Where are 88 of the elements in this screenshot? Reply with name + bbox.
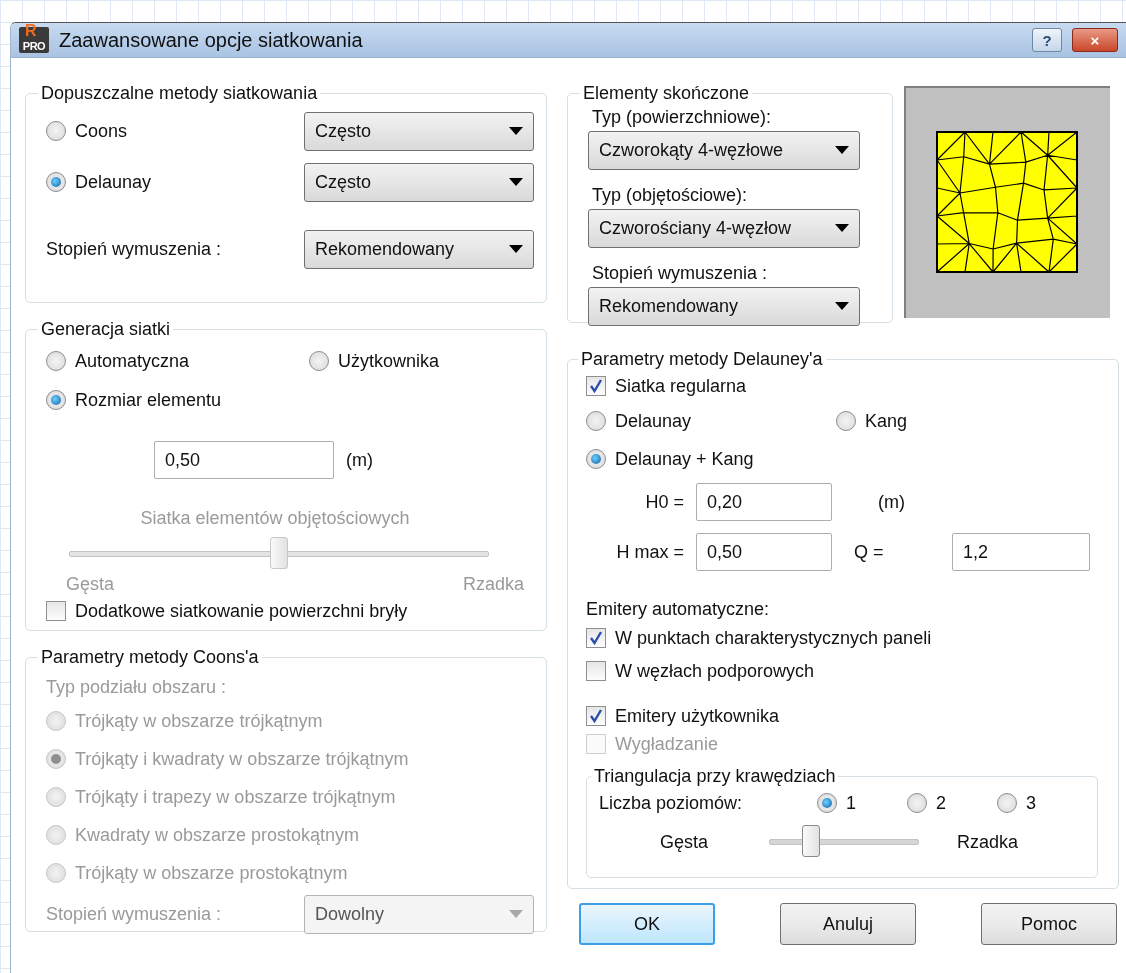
caret-icon bbox=[835, 224, 849, 232]
option-label: W węzłach podporowych bbox=[615, 660, 815, 682]
radio-button[interactable] bbox=[586, 449, 606, 469]
field-label: Liczba poziomów: bbox=[599, 792, 744, 814]
option-label: Użytkownika bbox=[338, 350, 440, 372]
input-field[interactable]: 0,50 bbox=[154, 441, 334, 479]
dialog-button[interactable]: Pomoc bbox=[981, 903, 1117, 945]
option-label: Automatyczna bbox=[75, 350, 190, 372]
slider-max-label: Rzadka bbox=[462, 573, 524, 595]
field-label: Stopień wymuszenia : bbox=[46, 903, 223, 925]
option-label: Rozmiar elementu bbox=[75, 389, 222, 411]
group-title: Elementy skończone bbox=[582, 83, 751, 104]
dropdown[interactable]: Czworokąty 4-węzłowe bbox=[588, 130, 860, 170]
radio-button[interactable] bbox=[46, 172, 66, 192]
field-label: Stopień wymuszenia : bbox=[592, 263, 768, 284]
checkmark-icon bbox=[589, 631, 603, 645]
radio-button[interactable] bbox=[836, 411, 856, 431]
checkbox[interactable] bbox=[586, 706, 606, 726]
dropdown[interactable]: Rekomendowany bbox=[304, 229, 534, 269]
option-label: Dodatkowe siatkowanie powierzchni bryły bbox=[75, 600, 408, 622]
checkbox[interactable] bbox=[586, 628, 606, 648]
field-label: Typ (powierzchniowe): bbox=[592, 107, 772, 128]
option-label: 3 bbox=[1026, 792, 1036, 814]
option-label: 1 bbox=[846, 792, 856, 814]
field-label: H0 = bbox=[644, 491, 685, 513]
option-label: 2 bbox=[936, 792, 946, 814]
group-title: Triangulacja przy krawędziach bbox=[593, 766, 837, 787]
radio-button[interactable] bbox=[586, 411, 606, 431]
dropdown[interactable]: Rekomendowany bbox=[588, 286, 860, 326]
caret-icon bbox=[509, 245, 523, 253]
slider-max-label: Rzadka bbox=[957, 831, 1019, 853]
radio-button[interactable] bbox=[817, 793, 837, 813]
caret-icon bbox=[509, 178, 523, 186]
option-label: Trójkąty w obszarze prostokątnym bbox=[75, 862, 348, 884]
window-title: Zaawansowane opcje siatkowania bbox=[59, 28, 364, 52]
option-label: W punktach charakterystycznych paneli bbox=[615, 627, 932, 649]
section-label: Typ podziału obszaru : bbox=[46, 676, 227, 698]
radio-button[interactable] bbox=[46, 390, 66, 410]
option-label: Kang bbox=[865, 410, 908, 432]
field-label: Stopień wymuszenia : bbox=[46, 238, 223, 260]
help-button[interactable]: ? bbox=[1032, 28, 1062, 52]
checkmark-icon bbox=[589, 709, 603, 723]
input-field[interactable]: 0,50 bbox=[696, 533, 832, 571]
slider-min-label: Gęsta bbox=[66, 573, 115, 595]
option-label: Coons bbox=[75, 120, 128, 142]
option-label: Delaunay + Kang bbox=[615, 448, 754, 470]
slider-min-label: Gęsta bbox=[659, 831, 709, 853]
checkbox[interactable] bbox=[586, 376, 606, 396]
field-label: Q = bbox=[854, 541, 885, 563]
caret-icon bbox=[835, 146, 849, 154]
radio-button[interactable] bbox=[46, 351, 66, 371]
slider-label: Siatka elementów objętościowych bbox=[140, 507, 410, 529]
checkbox[interactable] bbox=[586, 661, 606, 681]
caret-icon bbox=[835, 302, 849, 310]
slider-thumb[interactable] bbox=[802, 825, 821, 857]
checkbox[interactable] bbox=[46, 601, 66, 621]
radio-button[interactable] bbox=[907, 793, 927, 813]
option-label: Kwadraty w obszarze prostokątnym bbox=[75, 824, 360, 846]
unit-label: (m) bbox=[878, 491, 905, 513]
option-label: Siatka regularna bbox=[615, 375, 747, 397]
dropdown[interactable]: Czworościany 4-węzłow bbox=[588, 208, 860, 248]
option-label: Delaunay bbox=[615, 410, 692, 432]
field-label: Typ (objętościowe): bbox=[592, 185, 748, 206]
group-title: Parametry metody Coons'a bbox=[40, 647, 260, 668]
radio-button[interactable] bbox=[997, 793, 1017, 813]
field-label: H max = bbox=[615, 541, 685, 563]
checkmark-icon bbox=[589, 379, 603, 393]
section-label: Emitery automatyczne: bbox=[586, 599, 770, 620]
unit-label: (m) bbox=[346, 449, 373, 471]
radio-button[interactable] bbox=[309, 351, 329, 371]
option-label: Emitery użytkownika bbox=[615, 705, 780, 727]
option-label: Wygładzanie bbox=[615, 733, 718, 755]
input-field[interactable]: 0,20 bbox=[696, 483, 832, 521]
group-title: Generacja siatki bbox=[40, 319, 172, 340]
caret-icon bbox=[509, 910, 523, 918]
dropdown[interactable]: Często bbox=[304, 162, 534, 202]
option-label: Trójkąty i kwadraty w obszarze trójkątnym bbox=[75, 748, 409, 770]
caret-icon bbox=[509, 127, 523, 135]
dialog-button[interactable]: OK bbox=[579, 903, 715, 945]
radio-button[interactable] bbox=[46, 121, 66, 141]
option-label: Trójkąty w obszarze trójkątnym bbox=[75, 710, 323, 732]
option-label: Trójkąty i trapezy w obszarze trójkątnym bbox=[75, 786, 396, 808]
input-field[interactable]: 1,2 bbox=[952, 533, 1090, 571]
dropdown[interactable]: Często bbox=[304, 111, 534, 151]
option-label: Delaunay bbox=[75, 171, 152, 193]
group-title: Dopuszczalne metody siatkowania bbox=[40, 83, 319, 104]
group-title: Parametry metody Delauney'a bbox=[580, 349, 824, 370]
dialog-button[interactable]: Anuluj bbox=[780, 903, 916, 945]
